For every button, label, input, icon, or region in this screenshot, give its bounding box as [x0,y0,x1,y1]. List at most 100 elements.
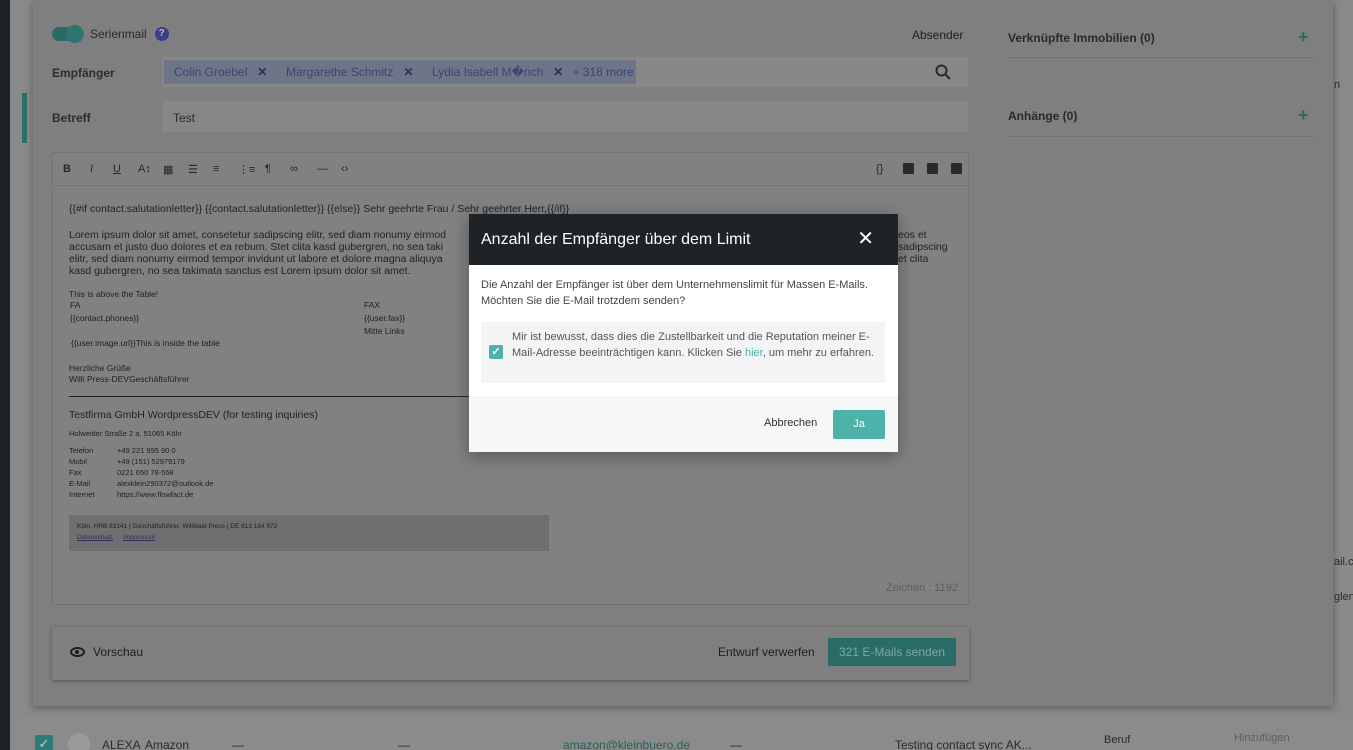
signature-label: Fax [69,468,82,477]
underline-icon[interactable]: U [113,163,121,175]
horizontal-rule-icon[interactable]: — [317,163,328,175]
avatar [68,733,90,750]
vorschau-button[interactable]: Vorschau [70,645,143,659]
bold-icon[interactable]: B [63,163,71,175]
learn-more-link[interactable]: hier [745,347,763,359]
signature-label: Mobil [69,457,87,466]
signature-value: alexklein290372@outlook.de [117,479,214,488]
active-nav-indicator [22,93,27,143]
list-icon[interactable]: ⋮≡ [238,163,255,176]
link-icon[interactable]: ∞ [290,163,298,175]
edge-text: glen [1334,591,1353,603]
character-count: Zeichen : 1192 [886,582,958,594]
signature-value: https://www.flowfact.de [117,490,194,499]
row-dash: — [398,738,410,750]
datenschutz-link[interactable]: Datenschutz [77,533,113,542]
signature-company: Testfirma GmbH WordpressDEV (for testing… [69,409,318,421]
align-left-icon[interactable]: ☰ [188,163,198,176]
dialog-title: Anzahl der Empfänger über dem Limit [481,231,751,248]
eye-icon [70,647,85,657]
recipient-chip[interactable]: Colin Groebel ✕ [164,60,278,84]
signature-value: +49 221 995 90 0 [117,446,176,455]
close-icon[interactable]: ✕ [857,229,874,249]
editor-line: et clita [898,253,929,265]
recipient-name: Lydia Isabell M�nch [432,65,544,79]
row-dash: — [730,738,742,750]
divider [1008,57,1313,58]
dialog-header: Anzahl der Empfänger über dem Limit ✕ [469,214,898,265]
italic-icon[interactable]: I [90,163,93,175]
divider [1008,136,1313,137]
edge-text: n [1334,79,1341,91]
footer-line: Köln, HRB 83141 | Geschäftsführer: Willi… [77,523,278,530]
editor-line: Lorem ipsum dolor sit amet, consetetur s… [69,229,447,241]
table-icon[interactable]: ▦ [163,163,173,176]
more-recipients-chip[interactable]: + 318 more [570,60,636,84]
absender-button[interactable]: Absender [912,28,963,42]
send-emails-button[interactable]: 321 E-Mails senden [828,638,956,666]
attachments-title: Anhänge (0) [1008,109,1078,123]
editor-cell: {{user.fax}} [364,313,406,323]
recipient-chip[interactable]: Margarethe Schmitz ✕ [276,60,424,84]
signature-label: E-Mail [69,479,91,488]
acknowledge-checkbox[interactable]: ✓ [489,345,503,359]
add-attachment-icon[interactable]: + [1298,105,1309,126]
help-icon[interactable]: ? [154,27,169,41]
editor-toolbar: B I U A↕ ▦ ☰ ≡ ⋮≡ ¶ ∞ — ‹› {} [53,153,968,186]
serienmail-label: Serienmail [90,27,147,41]
serienmail-toggle[interactable] [52,25,84,43]
editor-line: This is above the Table! [69,289,159,299]
row-dash: — [232,738,244,750]
impressum-link[interactable]: Impressum [123,533,155,542]
vorschau-label: Vorschau [93,645,144,659]
recipient-chip[interactable]: Lydia Isabell M�nch ✕ [422,60,574,84]
paragraph-icon[interactable]: ¶ [265,163,271,175]
signature-divider [69,396,469,397]
dialog-footer: Abbrechen Ja [469,396,898,452]
editor-line: elitr, sed diam nonumy eirmod tempor inv… [69,253,443,265]
recipient-name: Margarethe Schmitz [286,65,394,79]
editor-cell: Mitte Links [364,326,405,336]
template-icon[interactable] [903,163,914,174]
editor-line: accusam et justo duo dolores et ea rebum… [69,241,444,253]
code-view-icon[interactable]: ‹› [341,163,348,175]
signature-footer: Köln, HRB 83141 | Geschäftsführer: Willi… [69,515,549,551]
editor-line: kasd gubergren, no sea takimata sanctus … [69,265,411,277]
discard-draft-button[interactable]: Entwurf verwerfen [718,645,815,659]
confirm-button[interactable]: Ja [833,410,885,439]
media-icon[interactable] [927,163,938,174]
hinzufuegen-link[interactable]: Hinzufügen [1234,732,1290,744]
acknowledge-text: Mir ist bewusst, dass dies die Zustellba… [512,329,877,361]
betreff-input[interactable] [162,101,968,132]
signature-value: +49 (151) 52979179 [117,457,185,466]
betreff-label: Betreff [52,111,91,125]
remove-recipient-icon[interactable]: ✕ [403,65,413,79]
editor-cell: FA [70,300,81,310]
add-property-icon[interactable]: + [1298,27,1309,48]
editor-line: Willi Press-DEVGeschäftsführer [69,374,190,384]
cancel-button[interactable]: Abbrechen [764,417,817,429]
editor-cell: {{contact.phones}} [70,313,140,323]
search-icon[interactable] [935,64,951,80]
acknowledge-box: ✓ Mir ist bewusst, dass dies die Zustell… [481,322,885,383]
remove-recipient-icon[interactable]: ✕ [553,65,563,79]
recipient-name: Colin Groebel [174,65,248,79]
remove-recipient-icon[interactable]: ✕ [257,65,267,79]
recipient-limit-dialog: Anzahl der Empfänger über dem Limit ✕ Di… [469,214,898,452]
empfaenger-label: Empfänger [52,66,115,80]
align-center-icon[interactable]: ≡ [213,163,219,175]
signature-label: Internet [69,490,95,499]
row-checkbox[interactable]: ✓ [35,735,53,750]
placeholder-icon[interactable]: {} [876,163,883,175]
signature-value: 0221 650 78-558 [117,468,174,477]
row-company: Amazon [145,738,190,750]
row-email-link[interactable]: amazon@kleinbuero.de [563,738,690,750]
document-icon[interactable] [951,163,962,174]
font-size-icon[interactable]: A↕ [138,163,151,175]
editor-line: sadipscing [898,241,948,253]
app-sidebar [0,0,10,750]
signature-label: Telefon [69,446,94,455]
composer-right-column: Verknüpfte Immobilien (0) + Anhänge (0) … [988,0,1333,706]
composer-action-bar: Vorschau Entwurf verwerfen 321 E-Mails s… [52,627,969,680]
row-name: ALEXA [102,738,141,750]
